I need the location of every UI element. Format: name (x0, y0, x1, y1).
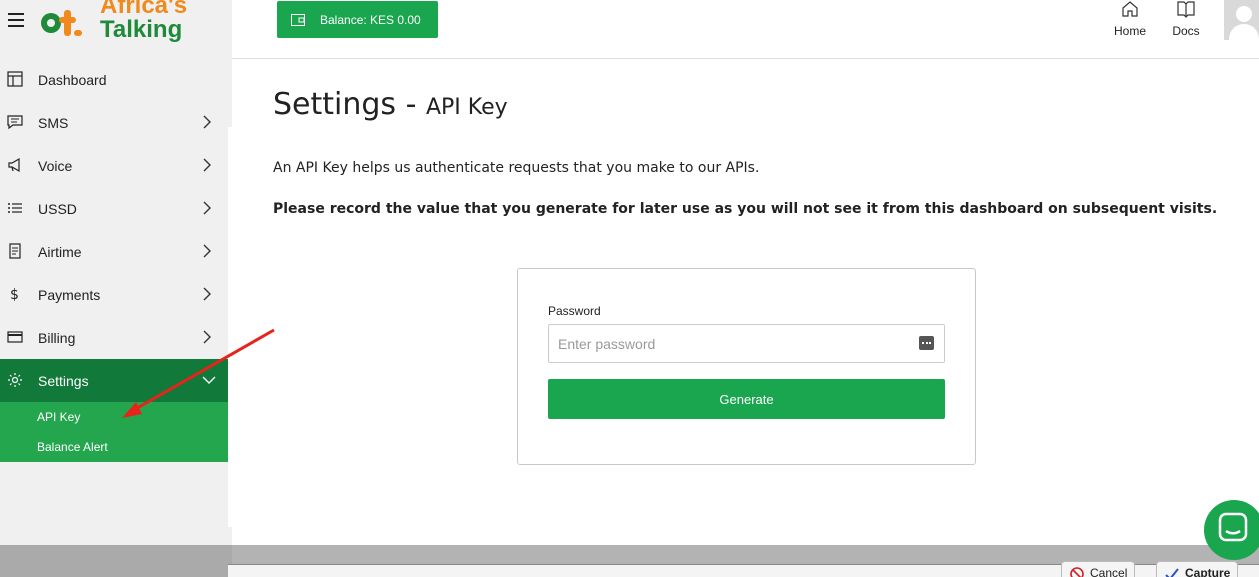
generate-button[interactable]: Generate (548, 379, 945, 419)
sidebar-item-label: USSD (38, 200, 77, 217)
sidebar-item-label: Dashboard (38, 71, 107, 88)
logo-line2: Talking (100, 16, 183, 43)
sidebar-nav: Dashboard SMS Voice USSD Airtime $ Payme… (0, 58, 228, 462)
svg-text:$: $ (10, 287, 19, 302)
user-icon (1224, 0, 1259, 40)
password-manager-icon[interactable] (919, 336, 934, 350)
checkmark-icon (1165, 568, 1179, 577)
brand-bar: Africa's Talking (0, 0, 232, 58)
chat-icon (1218, 512, 1248, 542)
balance-button[interactable]: Balance: KES 0.00 (277, 1, 438, 38)
sidebar-item-label: Settings (38, 372, 89, 389)
sidebar-item-label: Voice (38, 157, 73, 174)
chevron-right-icon (203, 115, 211, 129)
docs-label: Docs (1172, 24, 1200, 38)
top-header: Balance: KES 0.00 Home Docs (232, 0, 1259, 59)
sidebar-item-payments[interactable]: $ Payments (0, 273, 228, 316)
cancel-label: Cancel (1090, 566, 1128, 577)
home-label: Home (1113, 24, 1146, 38)
sidebar-item-label: Billing (38, 329, 76, 346)
home-link[interactable]: Home (1112, 0, 1148, 38)
sidebar-item-ussd[interactable]: USSD (0, 187, 228, 230)
chevron-right-icon (203, 244, 211, 258)
card-icon (7, 331, 23, 343)
sidebar-item-label: Payments (38, 286, 101, 303)
sidebar-item-dashboard[interactable]: Dashboard (0, 58, 228, 101)
sidebar-item-label: SMS (38, 114, 69, 131)
megaphone-icon (8, 157, 20, 173)
sidebar-item-sms[interactable]: SMS (0, 101, 228, 144)
page-title-main: Settings - (273, 87, 417, 122)
password-label: Password (548, 304, 601, 318)
book-icon (1177, 1, 1195, 18)
settings-submenu: API Key Balance Alert (0, 402, 228, 462)
dashboard-icon (7, 71, 23, 87)
hamburger-menu-icon[interactable] (8, 13, 24, 27)
sidebar-item-label: Airtime (38, 243, 82, 260)
balance-label: Balance: KES 0.00 (320, 12, 421, 27)
gear-icon (8, 373, 22, 387)
page-title-sub: API Key (425, 95, 508, 120)
chevron-right-icon (203, 201, 211, 215)
logo[interactable]: Africa's Talking (40, 0, 190, 44)
page-description: An API Key helps us authenticate request… (273, 160, 760, 176)
docs-link[interactable]: Docs (1169, 0, 1203, 38)
chevron-right-icon (203, 330, 211, 344)
cancel-button[interactable]: Cancel (1061, 561, 1135, 577)
capture-label: Capture (1185, 566, 1231, 577)
sidebar-subitem-balance-alert[interactable]: Balance Alert (0, 432, 228, 462)
api-key-form-card: Password Generate (517, 268, 976, 465)
page-title: Settings - API Key (273, 87, 508, 122)
list-icon (8, 203, 22, 213)
logo-wordmark: Africa's Talking (100, 0, 187, 42)
main-content: Settings - API Key An API Key helps us a… (232, 59, 1259, 545)
capture-button[interactable]: Capture (1156, 561, 1238, 577)
avatar[interactable] (1224, 0, 1259, 40)
chevron-down-icon (202, 376, 216, 384)
chevron-right-icon (203, 158, 211, 172)
sidebar-subitem-api-key[interactable]: API Key (0, 402, 228, 432)
receipt-icon (9, 243, 21, 259)
page-note: Please record the value that you generat… (273, 201, 1218, 217)
home-icon (1122, 1, 1138, 17)
wallet-icon (291, 13, 305, 26)
sidebar-item-voice[interactable]: Voice (0, 144, 228, 187)
logo-mark-icon (41, 10, 82, 36)
sidebar-item-settings[interactable]: Settings (0, 359, 228, 402)
sidebar-item-airtime[interactable]: Airtime (0, 230, 228, 273)
message-icon (7, 115, 23, 130)
password-input[interactable] (548, 324, 945, 363)
cancel-icon (1070, 567, 1084, 577)
chat-widget-button[interactable] (1204, 500, 1259, 560)
sidebar-item-billing[interactable]: Billing (0, 316, 228, 359)
dollar-icon: $ (10, 287, 19, 302)
chevron-right-icon (203, 287, 211, 301)
